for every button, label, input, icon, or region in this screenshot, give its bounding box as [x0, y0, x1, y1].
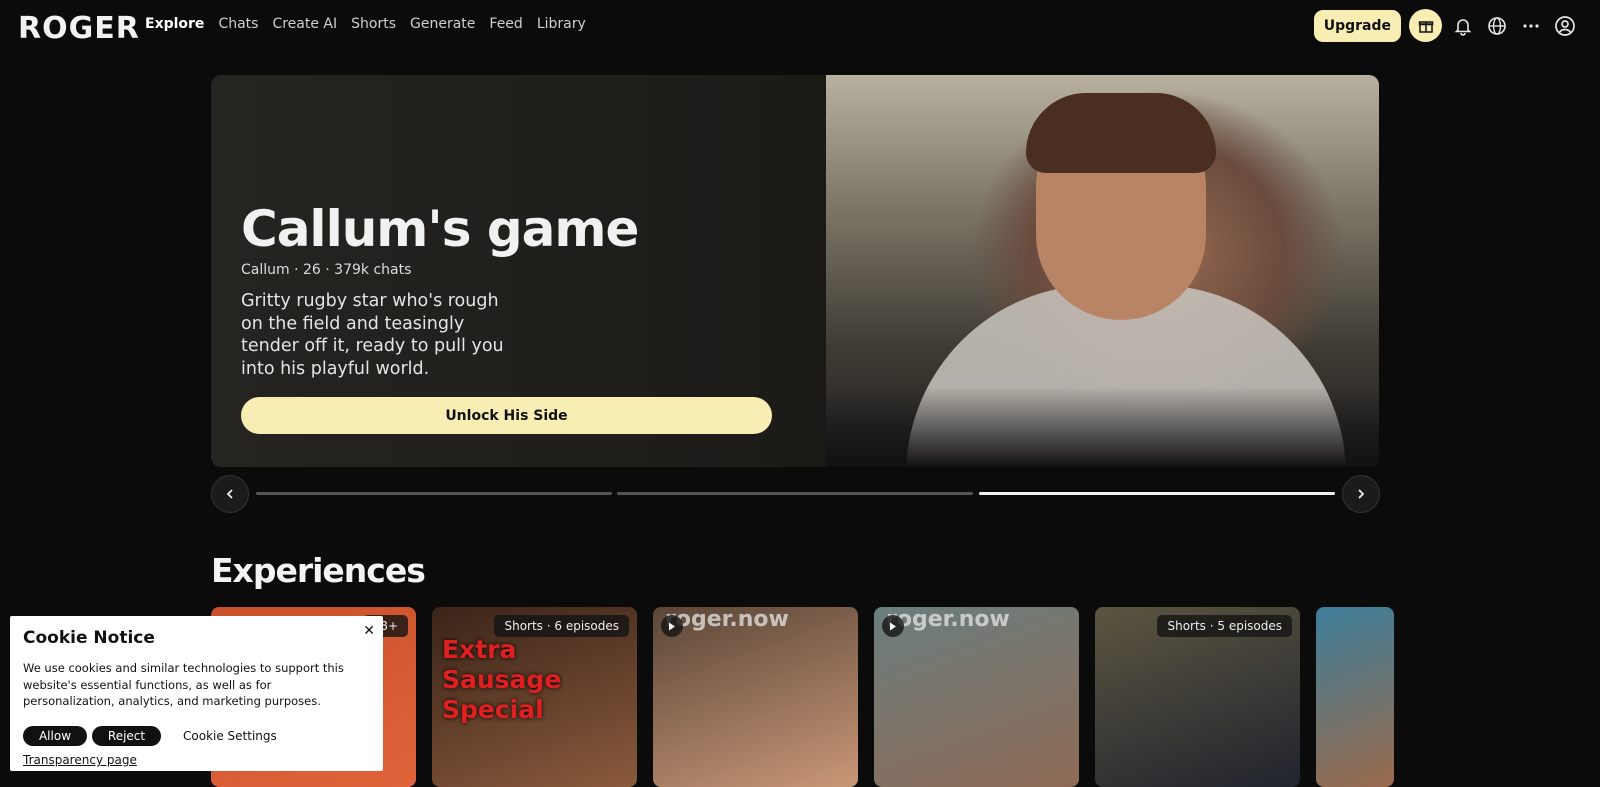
- main-nav: Explore Chats Create AI Shorts Generate …: [145, 16, 586, 32]
- upgrade-button[interactable]: Upgrade: [1313, 9, 1401, 42]
- hero-description: Gritty rugby star who's rough on the fie…: [241, 291, 504, 379]
- card-title: Extra Sausage Special: [442, 635, 562, 724]
- app-logo[interactable]: ROGER: [18, 11, 140, 46]
- globe-icon: [1488, 16, 1506, 35]
- notifications-button[interactable]: [1450, 13, 1476, 39]
- reject-button[interactable]: Reject: [92, 726, 161, 746]
- carousel-prev-button[interactable]: [211, 475, 249, 513]
- profile-button[interactable]: [1552, 13, 1578, 39]
- cookie-body: We use cookies and similar technologies …: [23, 661, 344, 708]
- nav-explore[interactable]: Explore: [145, 16, 204, 32]
- hero-character-image: [826, 75, 1379, 467]
- experience-card[interactable]: Shorts · 5 episodes: [1095, 607, 1300, 787]
- gift-icon: [1418, 20, 1433, 33]
- nav-library[interactable]: Library: [537, 16, 586, 32]
- nav-create-ai[interactable]: Create AI: [272, 16, 337, 32]
- cookie-title: Cookie Notice: [23, 628, 155, 648]
- play-icon[interactable]: [661, 615, 683, 637]
- gift-button[interactable]: [1409, 9, 1442, 42]
- experience-card[interactable]: [1316, 607, 1394, 787]
- watermark: roger.now: [886, 607, 1010, 632]
- card-badge: Shorts · 6 episodes: [494, 615, 629, 637]
- unlock-button[interactable]: Unlock His Side: [241, 397, 772, 434]
- experience-card[interactable]: roger.now: [653, 607, 858, 787]
- chevron-right-icon: [1358, 489, 1365, 499]
- carousel-next-button[interactable]: [1342, 475, 1380, 513]
- cookie-settings-link[interactable]: Cookie Settings: [183, 729, 277, 743]
- experience-card[interactable]: Shorts · 6 episodes Extra Sausage Special: [432, 607, 637, 787]
- header-actions: Upgrade: [1313, 9, 1578, 42]
- watermark: roger.now: [665, 607, 789, 632]
- hero-meta: Callum · 26 · 379k chats: [241, 262, 412, 278]
- bell-icon: [1454, 18, 1472, 36]
- chevron-left-icon: [226, 489, 233, 499]
- close-icon[interactable]: ✕: [363, 623, 375, 639]
- carousel-indicator-3[interactable]: [979, 492, 1335, 495]
- transparency-link[interactable]: Transparency page: [23, 753, 137, 767]
- nav-chats[interactable]: Chats: [218, 16, 258, 32]
- play-icon[interactable]: [882, 615, 904, 637]
- hero-title: Callum's game: [241, 200, 639, 258]
- nav-shorts[interactable]: Shorts: [351, 16, 396, 32]
- allow-button[interactable]: Allow: [23, 726, 87, 746]
- carousel-indicator-1[interactable]: [256, 492, 612, 495]
- experience-card[interactable]: roger.now: [874, 607, 1079, 787]
- language-button[interactable]: [1484, 13, 1510, 39]
- section-title: Experiences: [211, 551, 426, 590]
- card-badge: Shorts · 5 episodes: [1157, 615, 1292, 637]
- nav-feed[interactable]: Feed: [489, 16, 522, 32]
- ellipsis-icon: [1523, 23, 1539, 28]
- nav-generate[interactable]: Generate: [410, 16, 475, 32]
- cookie-notice: Cookie Notice ✕ We use cookies and simil…: [10, 616, 383, 771]
- more-button[interactable]: [1518, 13, 1544, 39]
- carousel-indicator-2[interactable]: [617, 492, 973, 495]
- user-circle-icon: [1555, 15, 1575, 36]
